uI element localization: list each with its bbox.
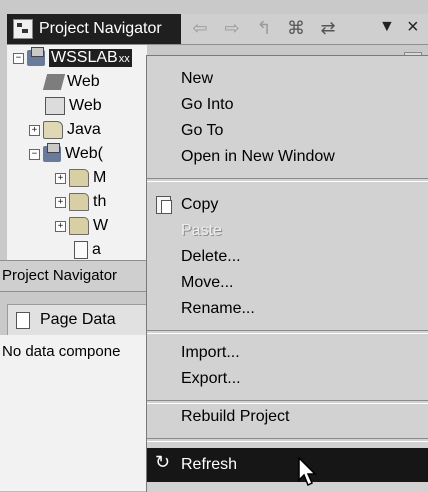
menu-item-paste: Paste (181, 222, 222, 239)
menu-separator (147, 330, 428, 334)
collapse-all-icon[interactable]: ⌘ (285, 18, 307, 39)
menu-separator (147, 178, 428, 182)
menu-item-move[interactable]: Move... (147, 270, 428, 296)
tree-item-webcontent-folder[interactable]: − Web( (29, 143, 103, 165)
folder-icon (69, 169, 89, 187)
tree-item-project[interactable]: − WSSLABxx (13, 47, 132, 69)
file-icon (74, 241, 88, 259)
web-content-folder-icon (43, 143, 61, 162)
web-content-icon (45, 97, 65, 115)
tree-item-folder[interactable]: + th (55, 191, 106, 213)
refresh-icon: ↻ (155, 452, 171, 472)
web-deployment-icon (42, 74, 66, 90)
menu-item-go-into[interactable]: Go Into (147, 92, 428, 118)
menu-item-import[interactable]: Import... (147, 340, 428, 366)
copy-icon (156, 196, 172, 214)
expand-icon[interactable]: + (29, 124, 40, 136)
project-navigator-title-bar: Project Navigator ⇦ ⇨ ↰ ⌘ ⇄ ▼ × (7, 14, 428, 45)
menu-item-rename[interactable]: Rename... (147, 296, 428, 322)
forward-icon[interactable]: ⇨ (221, 18, 243, 39)
navigator-icon (13, 19, 33, 39)
tree-item-folder[interactable]: + W (55, 215, 108, 237)
tree-item-label: Web (69, 97, 102, 114)
menu-item-export[interactable]: Export... (147, 366, 428, 392)
page-data-icon (16, 311, 30, 329)
tree-item-folder[interactable]: + M (55, 167, 106, 189)
collapse-icon[interactable]: − (13, 52, 24, 64)
eclipse-workbench: Project Navigator ⇦ ⇨ ↰ ⌘ ⇄ ▼ × − WSSLAB… (0, 0, 428, 492)
menu-item-copy[interactable]: Copy (147, 192, 428, 218)
tree-item-label: a (92, 241, 101, 258)
menu-item-go-to[interactable]: Go To (147, 118, 428, 144)
java-resources-icon (43, 121, 63, 139)
menu-separator (147, 438, 428, 442)
folder-icon (69, 193, 89, 211)
view-toolbar: ⇦ ⇨ ↰ ⌘ ⇄ (189, 18, 339, 39)
tree-item-label: Web (67, 73, 100, 90)
tree-item-label: W (93, 217, 109, 234)
mouse-pointer-icon (298, 457, 317, 487)
expand-icon[interactable]: + (55, 220, 66, 232)
tree-item-label-selected: WSSLABxx (49, 49, 132, 67)
view-menu-icon[interactable]: ▼ (379, 18, 395, 36)
menu-item-open-in-new-window[interactable]: Open in New Window (147, 144, 428, 170)
view-title: Project Navigator (39, 20, 162, 37)
back-icon[interactable]: ⇦ (189, 18, 211, 39)
up-icon[interactable]: ↰ (253, 18, 275, 39)
tree-item-file[interactable]: a (71, 239, 101, 260)
tree-item-web-content[interactable]: Web (45, 95, 102, 117)
menu-item-new[interactable]: New (147, 66, 428, 92)
menu-item-refresh[interactable]: ↻ Refresh (147, 448, 428, 487)
expand-icon[interactable]: + (55, 196, 66, 208)
project-navigator-tab-label[interactable]: Project Navigator (2, 267, 117, 284)
context-menu: New Go Into Go To Open in New Window Cop… (146, 55, 428, 492)
close-icon[interactable]: × (407, 16, 419, 39)
expand-icon[interactable]: + (55, 172, 66, 184)
page-data-tab-label: Page Data (40, 311, 116, 328)
collapse-icon[interactable]: − (29, 148, 40, 160)
page-data-message: No data compone (2, 343, 121, 360)
project-icon (27, 47, 45, 66)
tree-item-label: M (93, 169, 107, 186)
page-data-tab[interactable]: Page Data (7, 304, 149, 336)
menu-item-rebuild-project[interactable]: Rebuild Project (147, 404, 428, 430)
tree-item-label: Java (67, 121, 101, 138)
tree-item-label: th (93, 193, 107, 210)
project-tree: − WSSLABxx Web Web + Java − Web( + M + t… (7, 45, 147, 260)
link-with-editor-icon[interactable]: ⇄ (317, 18, 339, 39)
tree-item-java[interactable]: + Java (29, 119, 101, 141)
tree-item-label: Web( (65, 145, 103, 162)
menu-item-delete[interactable]: Delete... (147, 244, 428, 270)
tree-item-web-deployment[interactable]: Web (42, 71, 100, 93)
project-navigator-tab[interactable]: Project Navigator (7, 14, 181, 44)
folder-icon (69, 217, 89, 235)
